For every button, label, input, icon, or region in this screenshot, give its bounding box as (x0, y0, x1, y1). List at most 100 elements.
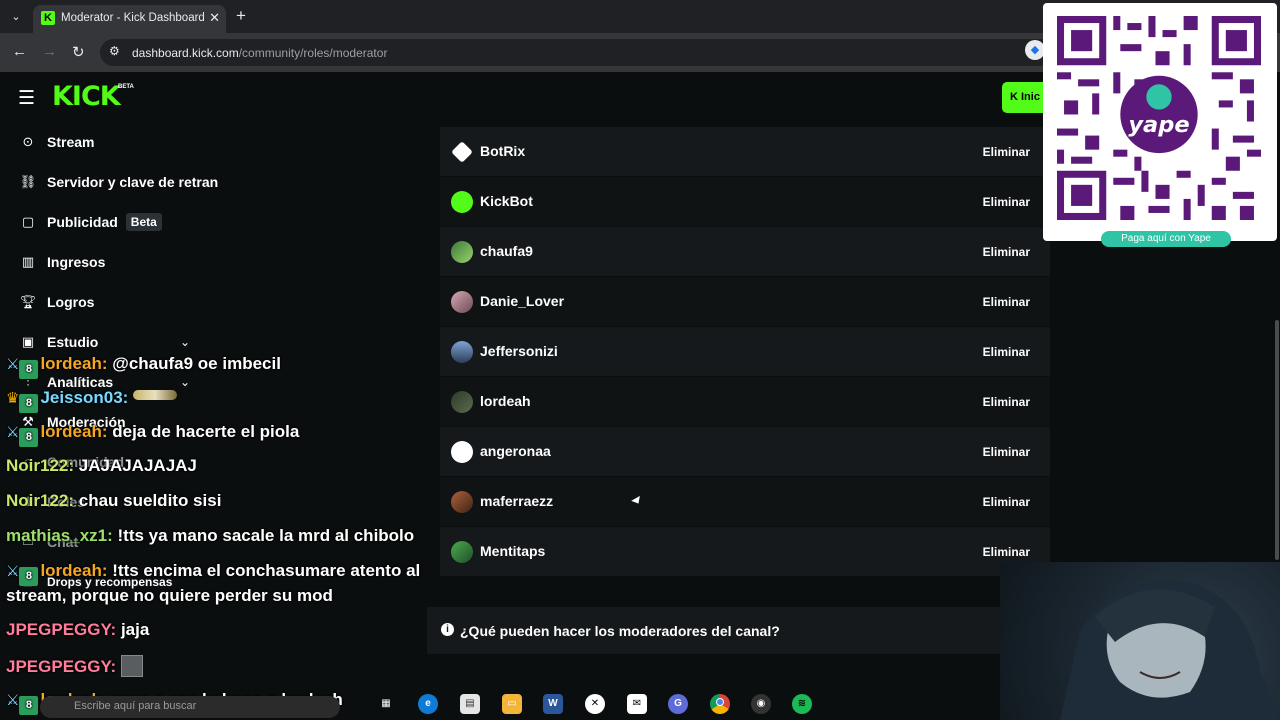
chat-username: lordeah: (40, 354, 108, 373)
chat-message: ⚔ 8 lordeah: !tts encima el conchasumare a… (6, 561, 420, 586)
subscriber-badge-icon: 8 (19, 567, 39, 586)
moderator-name: Mentitaps (480, 543, 546, 559)
site-info-icon[interactable]: ⚙ (109, 44, 120, 58)
moderator-sword-icon: ⚔ (6, 356, 20, 373)
remove-moderator-button[interactable]: Eliminar (983, 395, 1030, 409)
new-tab-icon[interactable]: + (236, 6, 246, 26)
sidebar-item-server-key[interactable]: ⛓ Servidor y clave de retran (18, 170, 218, 194)
link-icon: ⛓ (19, 174, 37, 189)
subscriber-badge-icon: 8 (19, 360, 39, 379)
subscriber-badge-icon: 8 (19, 696, 39, 715)
menu-hamburger-icon[interactable]: ☰ (18, 87, 35, 110)
taskbar-search[interactable]: Escribe aquí para buscar (40, 696, 340, 718)
sidebar-item-revenue[interactable]: ▥ Ingresos (18, 250, 106, 274)
store-icon[interactable]: ▤ (460, 694, 480, 714)
chat-message: Noir122: JAJAJAJAJAJ (6, 456, 197, 476)
folder-icon[interactable]: ▭ (502, 694, 522, 714)
sidebar-item-label: Estudio (47, 334, 99, 350)
emote-icon (133, 390, 178, 400)
moderator-row: Danie_Lover Eliminar (440, 277, 1050, 327)
broadcast-icon: ⊙ (22, 134, 34, 149)
chat-username: JPEGPEGGY: (6, 657, 117, 676)
xbox-icon[interactable]: ✕ (585, 694, 605, 714)
moderator-list: BotRix Eliminar KickBot Eliminar chaufa9… (440, 124, 1050, 592)
tab-close-icon[interactable]: ✕ (209, 10, 220, 26)
back-arrow-icon[interactable]: ← (12, 43, 27, 60)
moderator-sword-icon: ⚔ (6, 692, 20, 709)
address-bar[interactable]: ⚙ dashboard.kick.com/community/roles/mod… (100, 39, 1060, 66)
moderator-row: maferraezz Eliminar (440, 477, 1050, 527)
url-host: dashboard.kick.com (132, 46, 239, 60)
chrome-profile-icon[interactable]: G (668, 694, 688, 714)
logo-beta-badge: BETA (118, 84, 134, 90)
chart-icon: ▥ (21, 254, 35, 269)
moderator-name: chaufa9 (480, 243, 533, 259)
beta-badge: Beta (125, 213, 162, 231)
remove-moderator-button[interactable]: Eliminar (983, 145, 1030, 159)
mail-icon[interactable]: ✉ (627, 694, 647, 714)
crown-icon: ♛ (6, 390, 20, 407)
kick-logo[interactable]: KICK (52, 81, 121, 112)
word-icon[interactable]: W (543, 694, 563, 714)
moderator-name: maferraezz (480, 493, 554, 509)
sidebar-item-label: Logros (47, 294, 95, 310)
avatar (451, 491, 473, 513)
sidebar-item-label: Stream (47, 134, 95, 150)
reload-icon[interactable]: ↻ (72, 43, 85, 61)
remove-moderator-button[interactable]: Eliminar (983, 245, 1030, 259)
emote-image-icon (120, 655, 143, 677)
chat-message: Noir122: chau sueldito sisi (6, 491, 221, 511)
moderator-row: Mentitaps Eliminar (440, 527, 1050, 577)
moderator-info-accordion[interactable]: i ¿Qué pueden hacer los moderadores del … (427, 607, 1007, 654)
botrix-avatar-icon (451, 141, 473, 163)
task-view-icon[interactable]: ▦ (376, 694, 396, 714)
moderator-name: angeronaa (480, 443, 551, 459)
subscriber-badge-icon: 8 (19, 428, 39, 447)
studio-icon: ▣ (21, 334, 35, 349)
chat-message: JPEGPEGGY: (6, 655, 143, 677)
start-stream-label: Inic (1021, 91, 1040, 103)
qr-caption: Paga aquí con Yape (1101, 231, 1231, 247)
obs-icon[interactable]: ◉ (751, 694, 771, 714)
tab-search-icon[interactable]: ⌄ (6, 8, 26, 26)
taskbar-search-placeholder: Escribe aquí para buscar (74, 700, 197, 712)
address-url: dashboard.kick.com/community/roles/moder… (132, 46, 387, 60)
screen: ⌄ K Moderator - Kick Dashboard ✕ + ← → ↻… (0, 0, 1280, 720)
sidebar-item-ads[interactable]: ▢ Publicidad Beta (18, 210, 162, 234)
moderator-name: lordeah (480, 393, 531, 409)
trophy-icon: 🏆︎ (19, 294, 37, 309)
moderator-row: BotRix Eliminar (440, 127, 1050, 177)
yape-logo: yape (1128, 112, 1189, 138)
remove-moderator-button[interactable]: Eliminar (983, 345, 1030, 359)
moderator-row: angeronaa Eliminar (440, 427, 1050, 477)
extension-icon[interactable]: ◆ (1025, 40, 1045, 60)
remove-moderator-button[interactable]: Eliminar (983, 195, 1030, 209)
avatar (451, 291, 473, 313)
remove-moderator-button[interactable]: Eliminar (983, 545, 1030, 559)
chat-text: !tts ya mano sacale la mrd al chibolo (117, 526, 415, 545)
chat-message: ♛ 8 Jeisson03: (6, 388, 178, 413)
moderator-row: chaufa9 Eliminar (440, 227, 1050, 277)
remove-moderator-button[interactable]: Eliminar (983, 445, 1030, 459)
sidebar-item-achievements[interactable]: 🏆︎ Logros (18, 290, 95, 314)
chat-text: JAJAJAJAJAJ (78, 456, 197, 475)
chrome-icon[interactable] (710, 694, 730, 714)
url-path: /community/roles/moderator (238, 46, 388, 60)
page-scrollbar[interactable] (1275, 320, 1279, 560)
moderator-row: Jeffersonizi Eliminar (440, 327, 1050, 377)
spotify-icon[interactable]: ≋ (792, 694, 812, 714)
chat-username: mathias_xz1: (6, 526, 113, 545)
remove-moderator-button[interactable]: Eliminar (983, 495, 1030, 509)
info-icon: i (441, 623, 454, 636)
browser-tab-active[interactable]: K Moderator - Kick Dashboard ✕ (33, 5, 226, 33)
sidebar-item-label: Publicidad (47, 214, 118, 230)
sidebar-item-stream[interactable]: ⊙ Stream (18, 130, 95, 154)
remove-moderator-button[interactable]: Eliminar (983, 295, 1030, 309)
avatar (451, 241, 473, 263)
forward-arrow-icon[interactable]: → (42, 43, 57, 60)
edge-icon[interactable]: e (418, 694, 438, 714)
chevron-down-icon[interactable]: ⌄ (180, 335, 190, 349)
chat-text: @chaufa9 oe imbecil (112, 354, 281, 373)
chat-text: chau sueldito sisi (78, 491, 222, 510)
moderator-name: KickBot (480, 193, 533, 209)
